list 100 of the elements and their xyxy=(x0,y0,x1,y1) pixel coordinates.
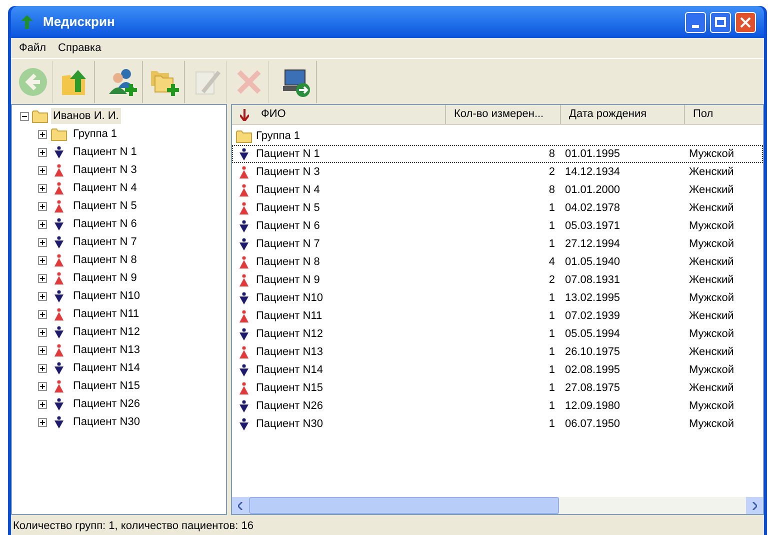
female-person-icon xyxy=(54,164,64,176)
table-row[interactable]: Пациент N13 1 26.10.1975 Женский xyxy=(232,343,763,361)
expand-box[interactable] xyxy=(38,418,47,426)
female-person-icon xyxy=(239,382,249,394)
column-header[interactable]: ФИО xyxy=(232,105,446,124)
table-cell-text: Мужской xyxy=(688,236,735,252)
tree-item[interactable]: Пациент N12 xyxy=(71,324,142,340)
tree-item[interactable]: Пациент N11 xyxy=(71,306,142,322)
table-cell-text: 1 xyxy=(548,416,556,432)
table-row[interactable]: Пациент N15 1 27.08.1975 Женский xyxy=(232,379,763,397)
table-cell-text: Пациент N11 xyxy=(256,308,322,324)
expand-box[interactable] xyxy=(38,148,47,156)
scroll-left-button[interactable] xyxy=(232,497,249,514)
table-cell-text: 14.12.1934 xyxy=(564,164,622,180)
tree-item[interactable]: Пациент N 3 xyxy=(71,162,139,178)
column-header[interactable]: Кол-во измерен... xyxy=(446,105,561,124)
collapse-box[interactable] xyxy=(20,112,29,120)
female-person-icon xyxy=(54,182,64,194)
close-button[interactable] xyxy=(735,12,756,32)
sort-arrow-icon xyxy=(240,108,249,120)
table-row[interactable]: Пациент N 9 2 07.08.1931 Женский xyxy=(232,271,763,289)
table-cell-text: Пациент N14 xyxy=(256,362,323,378)
table-cell-text: 1 xyxy=(548,200,556,216)
expand-box[interactable] xyxy=(38,238,47,246)
table-row[interactable]: Пациент N11 1 07.02.1939 Женский xyxy=(232,307,763,325)
female-person-icon xyxy=(239,184,249,196)
table-row[interactable]: Пациент N14 1 02.08.1995 Мужской xyxy=(232,361,763,379)
minimize-button[interactable] xyxy=(685,12,706,32)
tree-item[interactable]: Пациент N10 xyxy=(71,288,142,304)
table-cell-text: Женский xyxy=(688,272,735,288)
expand-box[interactable] xyxy=(38,166,47,174)
tree-item[interactable]: Пациент N 5 xyxy=(71,198,139,214)
tree-item[interactable]: Пациент N 7 xyxy=(71,234,139,250)
folder-icon xyxy=(32,110,48,122)
tree-item[interactable]: Пациент N 4 xyxy=(71,180,139,196)
table-row[interactable]: Пациент N 7 1 27.12.1994 Мужской xyxy=(232,235,763,253)
table-cell-text: Мужской xyxy=(688,362,735,378)
maximize-button[interactable] xyxy=(710,12,731,32)
table-row[interactable]: Пациент N30 1 06.07.1950 Мужской xyxy=(232,415,763,433)
expand-box[interactable] xyxy=(38,220,47,228)
table-cell-text: 07.02.1939 xyxy=(564,308,622,324)
table-row[interactable]: Группа 1 xyxy=(232,127,763,145)
table-row[interactable]: Пациент N 5 1 04.02.1978 Женский xyxy=(232,199,763,217)
tree-item[interactable]: Пациент N 9 xyxy=(71,270,139,286)
menu-item[interactable]: Справка xyxy=(58,40,102,56)
expand-box[interactable] xyxy=(38,328,47,336)
expand-box[interactable] xyxy=(38,202,47,210)
table-row[interactable]: Пациент N26 1 12.09.1980 Мужской xyxy=(232,397,763,415)
tree-item[interactable]: Группа 1 xyxy=(71,126,120,142)
expand-box[interactable] xyxy=(38,382,47,390)
table-row[interactable]: Пациент N 4 8 01.01.2000 Женский xyxy=(232,181,763,199)
tree-item[interactable]: Иванов И. И. xyxy=(51,108,121,124)
expand-box[interactable] xyxy=(38,346,47,354)
scrollbar-thumb[interactable] xyxy=(249,497,559,514)
tree-item[interactable]: Пациент N30 xyxy=(71,414,142,430)
table-row[interactable]: Пациент N 6 1 05.03.1971 Мужской xyxy=(232,217,763,235)
tree-item[interactable]: Пациент N 1 xyxy=(71,144,139,160)
expand-box[interactable] xyxy=(38,310,47,318)
table-cell-text: Пациент N15 xyxy=(256,380,323,396)
table-cell-text: 8 xyxy=(548,182,556,198)
column-header[interactable]: Пол xyxy=(685,105,763,124)
female-person-icon xyxy=(239,310,249,322)
column-header[interactable]: Дата рождения xyxy=(561,105,685,124)
table-row[interactable]: Пациент N 1 8 01.01.1995 Мужской xyxy=(232,145,763,163)
table-cell-text: 1 xyxy=(548,380,556,396)
female-person-icon xyxy=(54,200,64,212)
table-row[interactable]: Пациент N 8 4 01.05.1940 Женский xyxy=(232,253,763,271)
table-cell-text: Женский xyxy=(688,344,735,360)
expand-box[interactable] xyxy=(38,364,47,372)
expand-box[interactable] xyxy=(38,274,47,282)
table-cell-text: 27.12.1994 xyxy=(564,236,622,252)
tree-item[interactable]: Пациент N26 xyxy=(71,396,142,412)
window-title: Медискрин xyxy=(43,13,116,32)
table-row[interactable]: Пациент N12 1 05.05.1994 Мужской xyxy=(232,325,763,343)
tree-item[interactable]: Пациент N15 xyxy=(71,378,142,394)
male-person-icon xyxy=(239,328,249,340)
tree-item[interactable]: Пациент N14 xyxy=(71,360,142,376)
scroll-right-button[interactable] xyxy=(746,497,763,514)
expand-box[interactable] xyxy=(38,400,47,408)
table-cell-text: Пациент N 1 xyxy=(256,146,320,162)
tree-item[interactable]: Пациент N 8 xyxy=(71,252,139,268)
male-person-icon xyxy=(54,362,64,374)
expand-box[interactable] xyxy=(38,184,47,192)
male-person-icon xyxy=(239,418,249,430)
table-cell-text: 01.01.1995 xyxy=(564,146,622,162)
table-cell-text: Женский xyxy=(688,164,735,180)
table-row[interactable]: Пациент N 3 2 14.12.1934 Женский xyxy=(232,163,763,181)
expand-box[interactable] xyxy=(38,292,47,300)
tree-item[interactable]: Пациент N13 xyxy=(71,342,142,358)
table-row[interactable]: Пациент N10 1 13.02.1995 Мужской xyxy=(232,289,763,307)
table-cell-text: 07.08.1931 xyxy=(564,272,622,288)
expand-box[interactable] xyxy=(38,130,47,138)
tree-item[interactable]: Пациент N 6 xyxy=(71,216,139,232)
male-person-icon xyxy=(239,148,249,160)
table-cell-text: 1 xyxy=(548,290,556,306)
expand-box[interactable] xyxy=(38,256,47,264)
table-cell-text: Пациент N 5 xyxy=(256,200,320,216)
table-cell-text: 4 xyxy=(548,254,556,270)
menu-item[interactable]: Файл xyxy=(19,40,46,56)
female-person-icon xyxy=(54,380,64,392)
